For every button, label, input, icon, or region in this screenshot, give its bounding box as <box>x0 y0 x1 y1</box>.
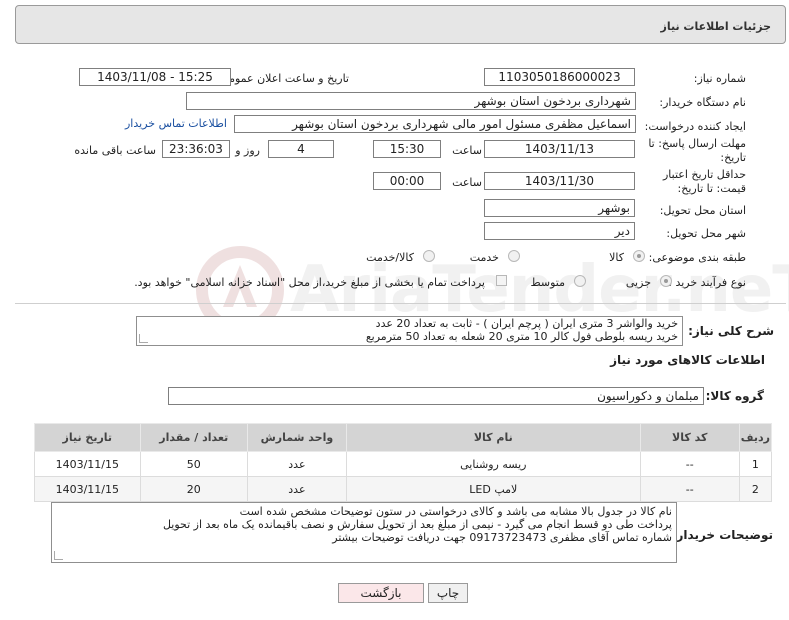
creator-label: ایجاد کننده درخواست: <box>644 120 746 133</box>
remaining-label: ساعت باقی مانده <box>74 144 156 157</box>
category-both-label: کالا/خدمت <box>366 251 414 264</box>
cell-unit: عدد <box>246 451 347 477</box>
validity-label: حداقل تاریخ اعتبار قیمت: تا تاریخ: <box>662 168 746 195</box>
cell-code: -- <box>639 476 740 502</box>
buyer-notes-line: پرداخت طی دو قسط انجام می گیرد - نیمی از… <box>162 518 672 531</box>
category-goods-label: کالا <box>609 251 624 264</box>
goods-table: ردیف کد کالا نام کالا واحد شمارش تعداد /… <box>34 423 773 502</box>
province-field: بوشهر <box>484 199 635 217</box>
divider <box>15 303 786 304</box>
table-row: 1 -- ریسه روشنایی عدد 50 1403/11/15 <box>34 451 773 477</box>
col-header-code: کد کالا <box>639 423 740 452</box>
resize-grip-icon <box>139 334 148 343</box>
announce-field: 1403/11/08 - 15:25 <box>79 68 231 86</box>
category-service-label: خدمت <box>469 251 499 264</box>
col-header-quantity: تعداد / مقدار <box>139 423 248 452</box>
announce-label: تاریخ و ساعت اعلان عمومی: <box>216 72 349 85</box>
buyer-org-field: شهرداری بردخون استان بوشهر <box>186 92 636 110</box>
cell-name: ریسه روشنایی <box>345 451 641 477</box>
description-line: خرید والواشر 3 متری ایران ( پرچم ایران )… <box>375 317 678 330</box>
buyer-org-label: نام دستگاه خریدار: <box>659 96 746 109</box>
days-and-label: روز و <box>235 144 260 157</box>
description-line: خرید ریسه بلوطی فول کالر 10 متری 20 شعله… <box>365 330 678 343</box>
buyer-notes-line: شماره تماس آقای مظفری 09173723473 جهت در… <box>332 531 672 544</box>
treasury-payment-checkbox[interactable] <box>496 275 507 286</box>
print-button[interactable]: چاپ <box>428 583 468 603</box>
back-button[interactable]: بازگشت <box>338 583 424 603</box>
cell-quantity: 20 <box>139 476 248 502</box>
col-header-name: نام کالا <box>345 423 641 452</box>
deadline-time-label: ساعت <box>452 144 482 157</box>
goods-group-label: گروه کالا: <box>705 389 764 403</box>
table-row: 2 -- لامپ LED عدد 20 1403/11/15 <box>34 476 773 502</box>
deadline-label: مهلت ارسال پاسخ: تا تاریخ: <box>648 137 746 164</box>
deadline-date-field: 1403/11/13 <box>484 140 635 158</box>
need-number-label: شماره نیاز: <box>693 72 746 85</box>
city-label: شهر محل تحویل: <box>666 227 746 240</box>
description-label: شرح کلی نیاز: <box>688 324 774 338</box>
category-radio-both[interactable] <box>423 250 435 262</box>
goods-section-title: اطلاعات کالاهای مورد نیاز <box>610 353 765 367</box>
description-textarea: خرید والواشر 3 متری ایران ( پرچم ایران )… <box>136 316 683 346</box>
cell-code: -- <box>639 451 740 477</box>
process-radio-minor[interactable] <box>660 275 672 287</box>
need-number-field: 1103050186000023 <box>484 68 635 86</box>
page-header: جزئیات اطلاعات نیاز <box>15 5 786 44</box>
validity-time-label: ساعت <box>452 176 482 189</box>
process-minor-label: جزیی <box>625 276 651 289</box>
province-label: استان محل تحویل: <box>659 204 746 217</box>
cell-row-number: 1 <box>738 451 773 477</box>
city-field: دیر <box>484 222 635 240</box>
process-radio-medium[interactable] <box>574 275 586 287</box>
buyer-notes-label: توضیحات خریدار: <box>671 528 773 542</box>
page-title: جزئیات اطلاعات نیاز <box>660 20 772 33</box>
col-header-unit: واحد شمارش <box>246 423 347 452</box>
buyer-notes-textarea: نام کالا در جدول بالا مشابه می باشد و کا… <box>51 502 677 563</box>
process-medium-label: متوسط <box>530 276 565 289</box>
category-radio-goods[interactable] <box>633 250 645 262</box>
remaining-days-field: 4 <box>268 140 334 158</box>
resize-grip-icon <box>54 551 63 560</box>
category-radio-service[interactable] <box>508 250 520 262</box>
category-label: طبقه بندی موضوعی: <box>648 251 746 264</box>
buyer-contact-link[interactable]: اطلاعات تماس خریدار <box>125 117 227 130</box>
cell-name: لامپ LED <box>345 476 641 502</box>
cell-unit: عدد <box>246 476 347 502</box>
buyer-notes-line: نام کالا در جدول بالا مشابه می باشد و کا… <box>239 505 672 518</box>
col-header-row-number: ردیف <box>738 423 773 452</box>
remaining-time-field: 23:36:03 <box>162 140 230 158</box>
cell-date: 1403/11/15 <box>34 451 141 477</box>
process-label: نوع فرآیند خرید : <box>668 276 746 289</box>
validity-date-field: 1403/11/30 <box>484 172 635 190</box>
deadline-time-field: 15:30 <box>373 140 441 158</box>
goods-group-field: مبلمان و دکوراسیون <box>168 387 704 405</box>
cell-quantity: 50 <box>139 451 248 477</box>
col-header-date: تاریخ نیاز <box>34 423 141 452</box>
cell-date: 1403/11/15 <box>34 476 141 502</box>
creator-field: اسماعیل مظفری مسئول امور مالی شهرداری بر… <box>234 115 636 133</box>
cell-row-number: 2 <box>738 476 773 502</box>
table-header-row: ردیف کد کالا نام کالا واحد شمارش تعداد /… <box>34 423 773 452</box>
validity-time-field: 00:00 <box>373 172 441 190</box>
treasury-payment-note: پرداخت تمام یا بخشی از مبلغ خرید،از محل … <box>134 276 485 289</box>
